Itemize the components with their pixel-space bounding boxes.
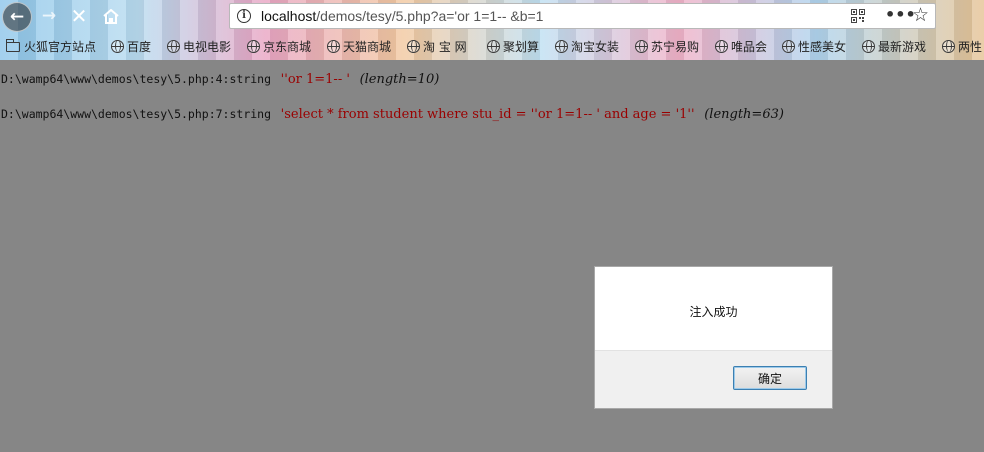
bookmark-item[interactable]: 淘宝女装: [555, 38, 619, 55]
forward-arrow-icon[interactable]: →: [36, 3, 62, 29]
dump-length: (length=63): [704, 107, 784, 122]
close-icon[interactable]: ✕: [66, 3, 92, 29]
globe-icon: [782, 40, 795, 53]
bookmark-label: 淘 宝 网: [423, 40, 467, 54]
bookmarks-toolbar: 火狐官方站点 百度 电视电影 京东商城 天猫商城 淘 宝 网 聚划算 淘宝女装 …: [0, 36, 984, 58]
alert-dialog: 注入成功 确定: [594, 266, 833, 409]
bookmark-item[interactable]: 两性: [942, 38, 982, 55]
url-path: /demos/tesy/5.php?a='or 1=1-- &b=1: [316, 8, 544, 24]
globe-icon: [111, 40, 124, 53]
dialog-footer: 确定: [595, 350, 832, 408]
var-dump-line: D:\wamp64\www\demos\tesy\5.php:7:string …: [1, 103, 784, 122]
globe-icon: [862, 40, 875, 53]
page-content: D:\wamp64\www\demos\tesy\5.php:4:string …: [0, 60, 984, 452]
globe-icon: [715, 40, 728, 53]
bookmark-label: 京东商城: [263, 40, 312, 54]
bookmark-label: 天猫商城: [343, 40, 392, 54]
bookmark-item[interactable]: 百度: [111, 38, 151, 55]
dump-length: (length=10): [359, 72, 440, 87]
globe-icon: [555, 40, 568, 53]
bookmark-item[interactable]: 最新游戏: [862, 38, 926, 55]
dump-string: ''or 1=1-- ': [280, 72, 350, 87]
address-bar[interactable]: i localhost/demos/tesy/5.php?a='or 1=1--…: [229, 3, 936, 29]
globe-icon: [487, 40, 500, 53]
bookmark-item[interactable]: 苏宁易购: [635, 38, 699, 55]
bookmark-label: 两性: [958, 40, 983, 54]
dump-string: 'select * from student where stu_id = ''…: [280, 107, 695, 122]
bookmark-item[interactable]: 天猫商城: [327, 38, 391, 55]
bookmark-label: 电视电影: [183, 40, 232, 54]
bookmark-label: 性感美女: [798, 40, 847, 54]
bookmark-label: 百度: [127, 40, 152, 54]
globe-icon: [327, 40, 340, 53]
bookmark-label: 火狐官方站点: [24, 40, 97, 54]
ok-button[interactable]: 确定: [733, 366, 807, 390]
browser-chrome: ← → ✕ i localhost/demos/tesy/5.php?a='or…: [0, 0, 984, 60]
bookmark-label: 唯品会: [731, 40, 768, 54]
bookmark-item[interactable]: 聚划算: [487, 38, 539, 55]
bookmark-item[interactable]: 电视电影: [167, 38, 231, 55]
dump-file: D:\wamp64\www\demos\tesy\5.php:4:string: [1, 72, 272, 86]
bookmark-label: 最新游戏: [878, 40, 927, 54]
bookmark-label: 聚划算: [503, 40, 540, 54]
bookmark-item[interactable]: 火狐官方站点: [6, 38, 96, 55]
var-dump-line: D:\wamp64\www\demos\tesy\5.php:4:string …: [1, 68, 439, 87]
dialog-message: 注入成功: [689, 305, 738, 319]
bookmark-item[interactable]: 京东商城: [247, 38, 311, 55]
url-host: localhost: [261, 8, 317, 24]
dump-file: D:\wamp64\www\demos\tesy\5.php:7:string: [1, 107, 272, 121]
star-icon[interactable]: ☆: [912, 4, 929, 26]
globe-icon: [942, 40, 955, 53]
bookmark-item[interactable]: 性感美女: [782, 38, 846, 55]
back-arrow-icon[interactable]: ←: [2, 2, 32, 32]
bookmark-label: 淘宝女装: [571, 40, 620, 54]
globe-icon: [407, 40, 420, 53]
folder-icon: [6, 38, 20, 52]
bookmark-item[interactable]: 唯品会: [715, 38, 767, 55]
info-icon[interactable]: i: [237, 9, 251, 23]
globe-icon: [167, 40, 180, 53]
home-icon[interactable]: [98, 3, 124, 29]
globe-icon: [247, 40, 260, 53]
qr-code-icon[interactable]: [851, 9, 865, 23]
bookmark-label: 苏宁易购: [651, 40, 700, 54]
bookmark-item[interactable]: 淘 宝 网: [407, 38, 467, 55]
url-text[interactable]: localhost/demos/tesy/5.php?a='or 1=1-- &…: [261, 8, 543, 24]
globe-icon: [635, 40, 648, 53]
